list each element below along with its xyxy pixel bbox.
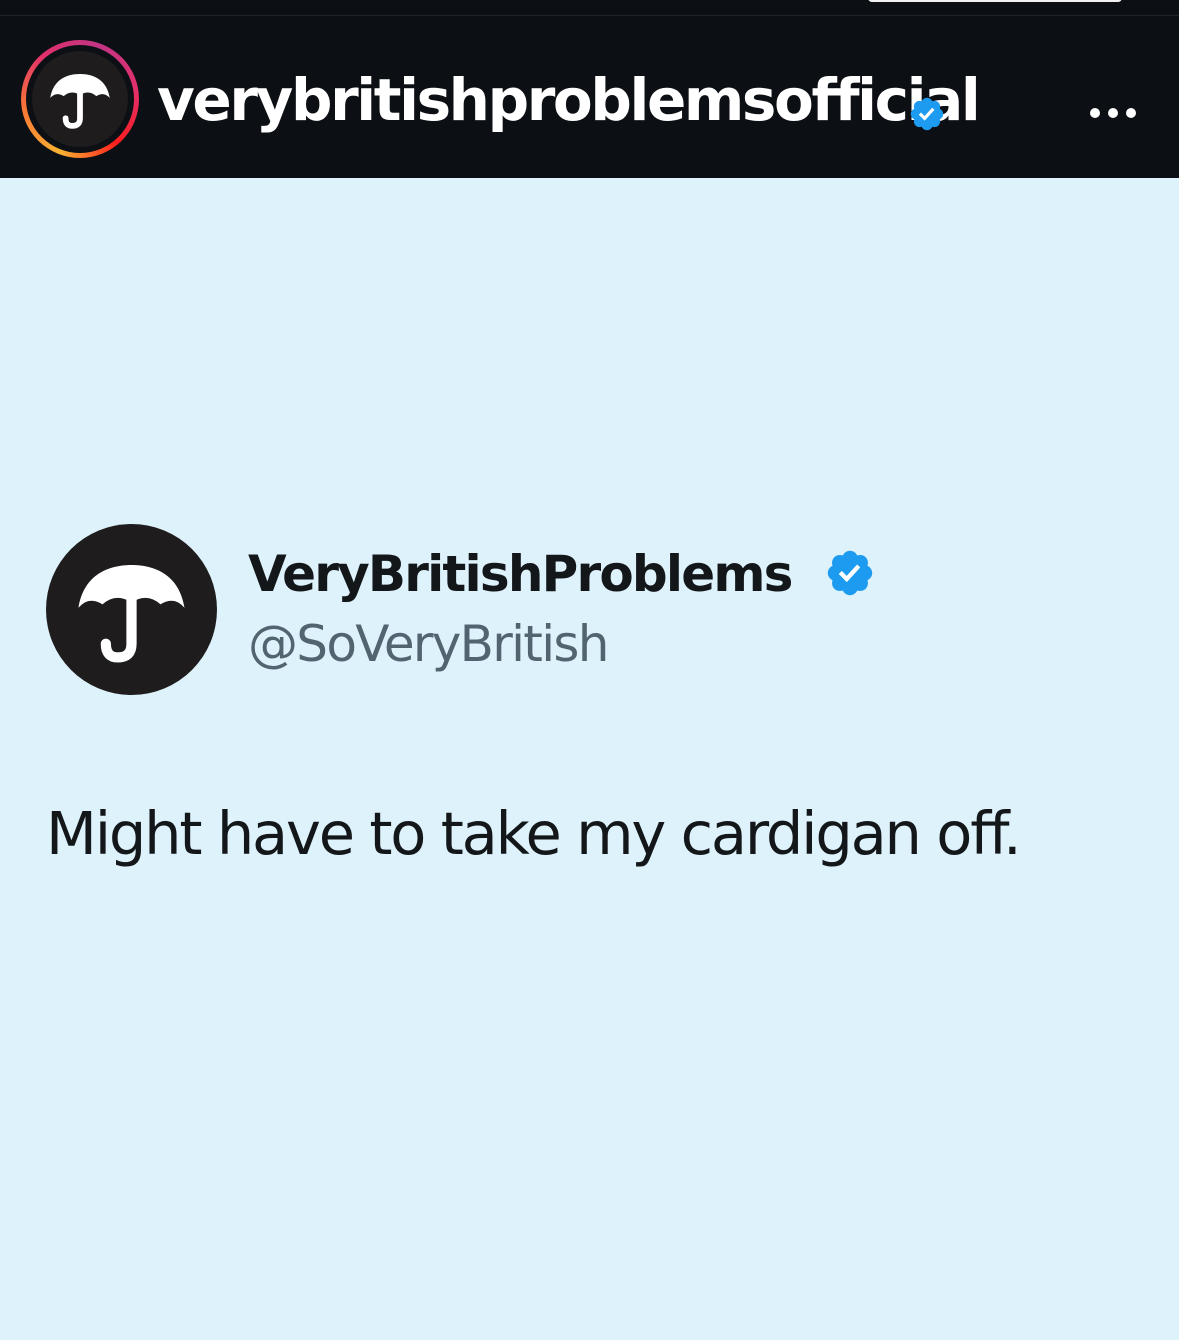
profile-avatar[interactable]: [32, 51, 128, 147]
sheet-grabber: [868, 0, 1122, 2]
profile-story-ring[interactable]: [21, 40, 139, 158]
more-options-icon[interactable]: [1086, 104, 1140, 122]
top-edge-bar: [0, 0, 1179, 16]
header-username[interactable]: verybritishproblemsofficial: [157, 60, 981, 140]
tweet-display-name: VeryBritishProblems: [248, 545, 793, 603]
tweet-author-avatar: [46, 524, 217, 695]
verified-badge-icon: [910, 97, 944, 131]
post-header: verybritishproblemsofficial: [0, 16, 1179, 178]
tweet-text: Might have to take my cardigan off.: [46, 799, 1022, 868]
umbrella-icon: [78, 565, 185, 663]
tweet-handle: @SoVeryBritish: [248, 615, 609, 673]
umbrella-icon: [50, 74, 110, 129]
verified-badge-icon: [827, 550, 873, 596]
